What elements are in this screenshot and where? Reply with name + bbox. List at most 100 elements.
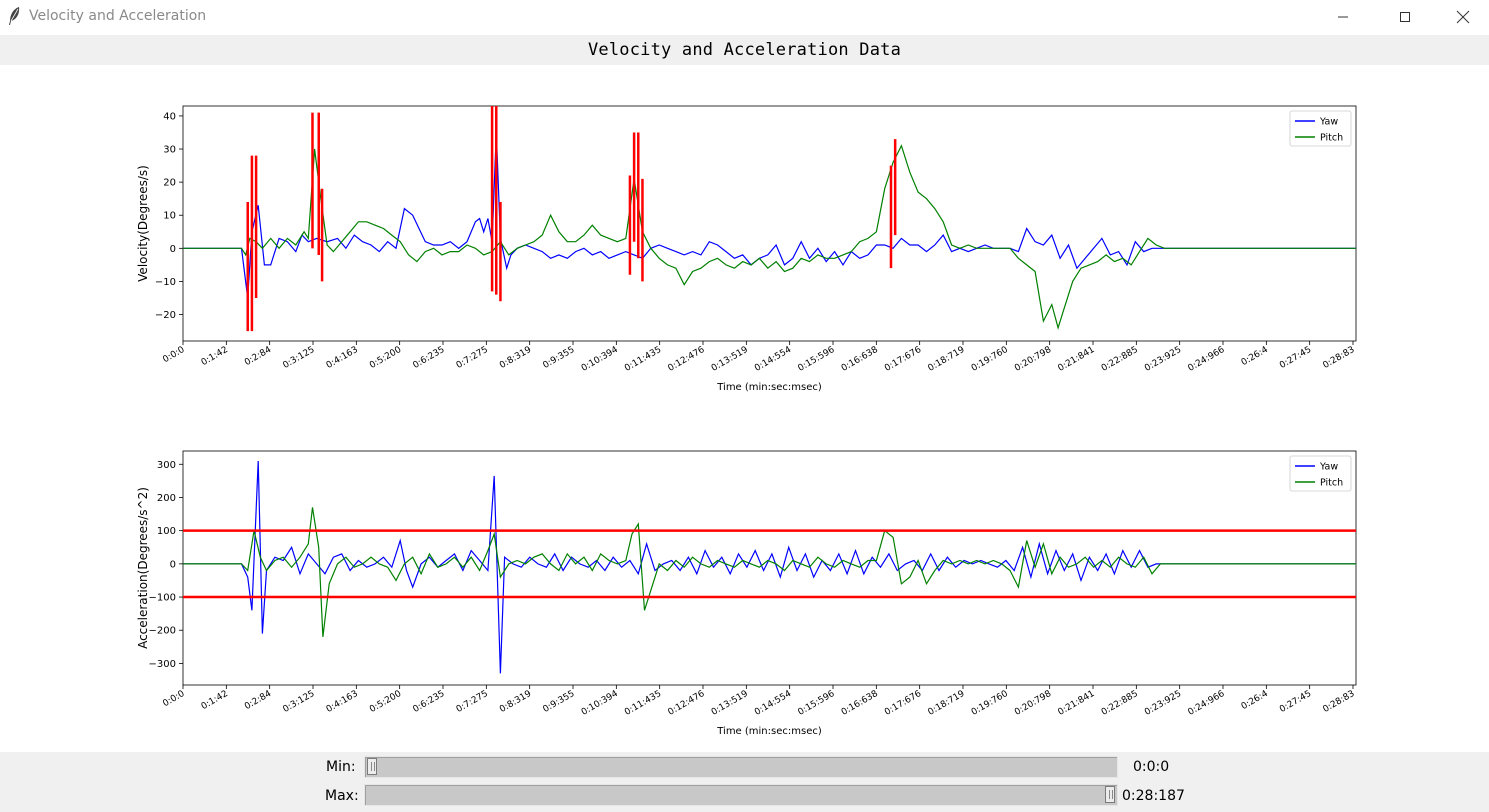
y-axis-label: Acceleration(Degrees/s^2) — [136, 487, 150, 649]
max-slider-thumb[interactable] — [1105, 786, 1115, 803]
x-tick-label: 0:0:0 — [161, 345, 186, 365]
legend-label-yaw: Yaw — [1319, 117, 1338, 128]
y-tick-label: −100 — [149, 593, 176, 604]
y-tick-label: 300 — [157, 460, 176, 471]
x-tick-label: 0:28:83 — [1321, 345, 1356, 371]
x-tick-label: 0:10:394 — [580, 689, 620, 718]
chart-2: −300 −200 −100 0 100 200 300 0:0:0 0:1:42 0:2:84 0… — [136, 450, 1357, 737]
x-tick-label: 0:23:925 — [1143, 689, 1183, 718]
legend-label-pitch: Pitch — [1320, 133, 1343, 144]
x-tick-label: 0:22:885 — [1100, 345, 1140, 374]
maximize-button[interactable] — [1382, 0, 1428, 33]
close-icon — [1456, 10, 1470, 23]
x-tick-label: 0:3:125 — [281, 689, 316, 715]
x-axis-label: Time (min:sec:msec) — [716, 382, 822, 393]
min-slider-thumb[interactable] — [367, 758, 377, 775]
x-tick-label: 0:19:760 — [970, 345, 1010, 374]
y-tick-label: 100 — [157, 526, 176, 537]
close-button[interactable] — [1440, 0, 1486, 33]
y-tick-label: 40 — [163, 111, 176, 122]
x-tick-label: 0:14:554 — [753, 345, 793, 374]
x-tick-label: 0:18:719 — [926, 345, 966, 374]
x-tick-label: 0:15:596 — [796, 345, 836, 374]
x-tick-label: 0:18:719 — [926, 689, 966, 718]
x-tick-label: 0:17:676 — [883, 345, 923, 374]
x-tick-label: 0:12:476 — [666, 689, 706, 718]
window-titlebar: Velocity and Acceleration — [0, 0, 1489, 33]
x-tick-label: 0:13:519 — [710, 345, 750, 374]
x-tick-label: 0:11:435 — [623, 345, 663, 374]
plot-frame — [182, 450, 1357, 686]
y-tick-label: 30 — [163, 145, 176, 156]
max-value: 0:28:187 — [1122, 788, 1185, 804]
x-tick-label: 0:2:84 — [243, 689, 273, 712]
x-tick-label: 0:27:45 — [1278, 345, 1313, 371]
x-tick-label: 0:16:638 — [840, 689, 880, 718]
x-tick-label: 0:19:760 — [970, 689, 1010, 718]
x-tick-label: 0:22:885 — [1100, 689, 1140, 718]
x-tick-label: 0:27:45 — [1278, 689, 1313, 715]
feather-icon — [9, 7, 20, 25]
x-tick-label: 0:0:0 — [161, 689, 186, 709]
y-tick-label: 200 — [157, 493, 176, 504]
y-tick-label: −20 — [155, 310, 176, 321]
plot-frame — [182, 105, 1357, 342]
y-tick-label: 20 — [163, 178, 176, 189]
minimize-icon — [1338, 16, 1348, 17]
minimize-button[interactable] — [1320, 0, 1366, 33]
x-tick-label: 0:21:841 — [1056, 345, 1096, 374]
y-tick-label: 10 — [163, 211, 176, 222]
x-tick-label: 0:8:319 — [498, 689, 533, 715]
x-tick-label: 0:3:125 — [281, 345, 316, 371]
x-tick-label: 0:10:394 — [580, 345, 620, 374]
y-tick-label: −300 — [149, 659, 176, 670]
x-tick-label: 0:8:319 — [498, 345, 533, 371]
max-slider[interactable] — [364, 784, 1118, 806]
legend-label-pitch: Pitch — [1320, 478, 1343, 489]
x-tick-label: 0:5:200 — [368, 345, 403, 371]
x-tick-label: 0:20:798 — [1013, 345, 1053, 374]
x-axis-label: Time (min:sec:msec) — [716, 726, 822, 737]
max-label: Max: — [325, 788, 359, 804]
x-tick-label: 0:24:966 — [1186, 689, 1226, 718]
x-tick-label: 0:11:435 — [623, 689, 663, 718]
x-tick-label: 0:26:4 — [1240, 689, 1270, 712]
x-tick-label: 0:9:355 — [541, 345, 576, 371]
x-tick-label: 0:14:554 — [753, 689, 793, 718]
x-tick-label: 0:24:966 — [1186, 345, 1226, 374]
window-title: Velocity and Acceleration — [29, 8, 207, 24]
x-tick-label: 0:15:596 — [796, 689, 836, 718]
min-slider[interactable] — [364, 756, 1118, 778]
y-tick-label: −10 — [155, 277, 176, 288]
min-value: 0:0:0 — [1133, 759, 1170, 775]
x-tick-label: 0:12:476 — [666, 345, 706, 374]
min-label: Min: — [326, 759, 356, 775]
x-tick-label: 0:6:235 — [411, 345, 446, 371]
x-tick-label: 0:13:519 — [710, 689, 750, 718]
legend-label-yaw: Yaw — [1319, 462, 1338, 473]
y-tick-label: 0 — [170, 244, 176, 255]
x-tick-label: 0:16:638 — [840, 345, 880, 374]
x-tick-label: 0:1:42 — [200, 345, 230, 368]
x-tick-label: 0:4:163 — [325, 689, 360, 715]
plot-canvas[interactable]: −20 −10 0 10 20 30 40 0:0:0 0:1:42 0:2:84 0:3:125 0… — [0, 65, 1489, 751]
x-tick-label: 0:17:676 — [883, 689, 923, 718]
x-tick-label: 0:4:163 — [325, 345, 360, 371]
x-tick-label: 0:2:84 — [243, 345, 273, 368]
charts-svg: −20−100102030400:0:0 0:1:42 0:2:84 0:3:125 0… — [136, 105, 1357, 737]
x-tick-label: 0:6:235 — [411, 689, 446, 715]
header-band: Velocity and Acceleration Data — [0, 35, 1489, 65]
chart-1: −20 −10 0 10 20 30 40 0:0:0 0:1:42 0:2:84 0:3:125 0… — [136, 105, 1357, 393]
maximize-icon — [1400, 11, 1410, 22]
y-tick-label: −200 — [149, 626, 176, 637]
page-title: Velocity and Acceleration Data — [587, 40, 902, 60]
x-tick-label: 0:5:200 — [368, 689, 403, 715]
x-tick-label: 0:23:925 — [1143, 345, 1183, 374]
x-tick-label: 0:7:275 — [455, 345, 490, 371]
y-tick-label: 0 — [170, 559, 176, 570]
x-tick-label: 0:9:355 — [541, 689, 576, 715]
y-axis-label: Velocity(Degrees/s) — [136, 165, 150, 282]
range-controls: Min: 0:0:0 Max: 0:28:187 — [0, 752, 1489, 812]
x-tick-label: 0:28:83 — [1321, 689, 1356, 715]
x-tick-label: 0:1:42 — [200, 689, 230, 712]
